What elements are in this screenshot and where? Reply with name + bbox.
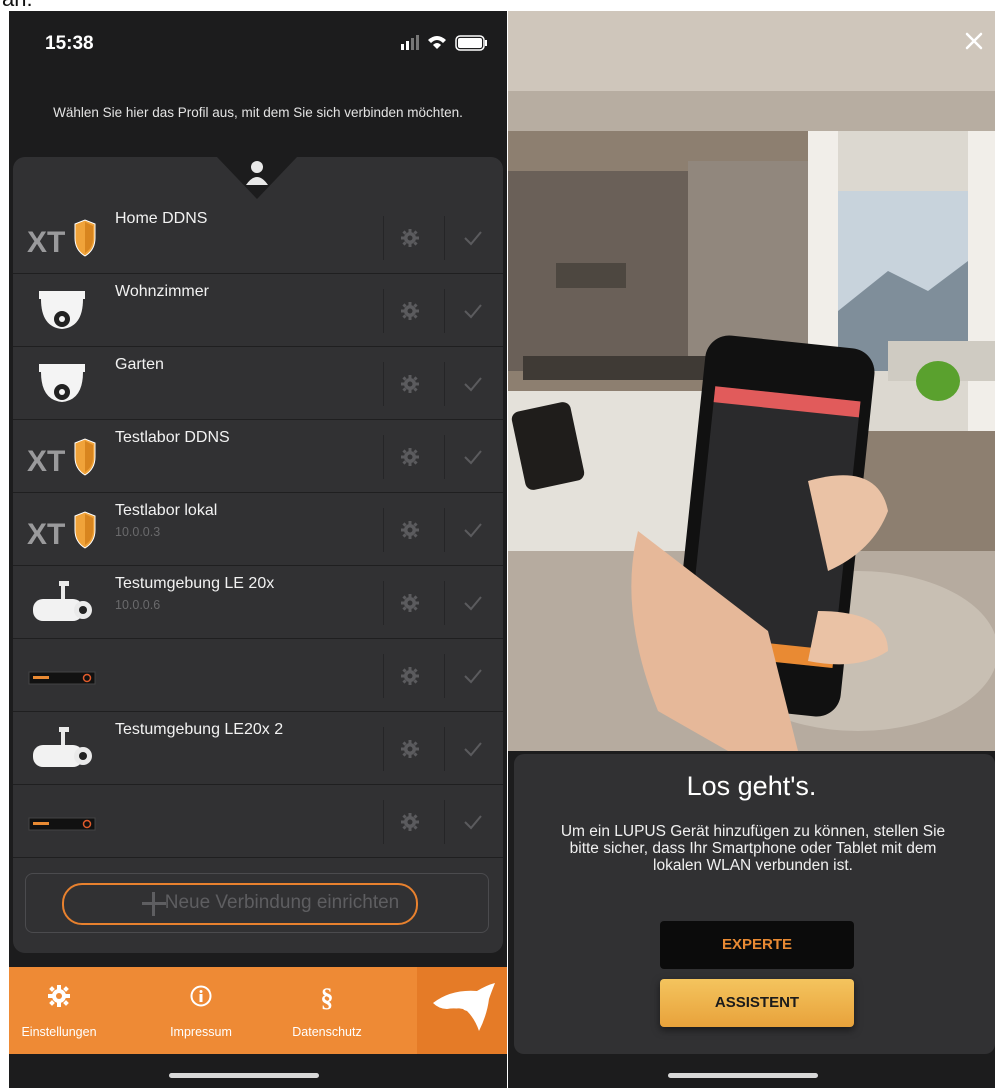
divider xyxy=(383,289,384,333)
close-icon[interactable] xyxy=(964,31,984,51)
xt-shield-icon: XT xyxy=(27,433,97,481)
recorder-icon xyxy=(27,798,97,846)
gear-icon[interactable] xyxy=(400,374,420,394)
gear-icon[interactable] xyxy=(400,812,420,832)
check-icon[interactable] xyxy=(463,302,483,320)
dome-camera-icon xyxy=(27,287,97,335)
connection-name: Testlabor lokal xyxy=(115,502,218,519)
xt-shield-icon: XT xyxy=(27,214,97,262)
onboarding-screen: Los geht's. Um ein LUPUS Gerät hinzufüge… xyxy=(508,11,995,1088)
gear-icon xyxy=(48,985,70,1007)
connection-address: 10.0.0.6 xyxy=(115,598,161,612)
divider xyxy=(383,508,384,552)
check-icon[interactable] xyxy=(463,813,483,831)
divider xyxy=(444,435,445,479)
divider xyxy=(383,581,384,625)
expert-button[interactable]: EXPERTE xyxy=(660,921,854,969)
connection-row[interactable]: Testumgebung LE 20x 10.0.0.6 xyxy=(13,567,503,639)
connection-name: Testumgebung LE 20x xyxy=(115,575,275,592)
divider xyxy=(444,654,445,698)
recorder-icon xyxy=(27,652,97,700)
nav-settings[interactable]: Einstellungen xyxy=(9,967,109,1054)
connection-row[interactable] xyxy=(13,786,503,858)
paragraph-icon: § xyxy=(321,985,334,1011)
nav-settings-label: Einstellungen xyxy=(21,1025,97,1039)
divider xyxy=(383,654,384,698)
profile-icon xyxy=(217,157,297,199)
svg-text:XT: XT xyxy=(27,518,65,551)
wolf-logo-icon xyxy=(433,983,495,1031)
connection-address: 10.0.0.3 xyxy=(115,525,161,539)
connection-row[interactable]: XT Testlabor lokal 10.0.0.3 xyxy=(13,494,503,566)
connection-profile-screen: 15:38 Wählen Sie hier das Profil aus, mi… xyxy=(9,11,507,1088)
cropped-caption: an: xyxy=(0,0,995,11)
onboarding-title: Los geht's. xyxy=(686,771,817,801)
nav-imprint[interactable]: Impressum xyxy=(151,967,251,1054)
connection-name: Garten xyxy=(115,356,164,373)
check-icon[interactable] xyxy=(463,594,483,612)
divider xyxy=(444,508,445,552)
divider xyxy=(444,581,445,625)
check-icon[interactable] xyxy=(463,521,483,539)
connection-row[interactable]: XT Home DDNS xyxy=(13,202,503,274)
connection-name: Testumgebung LE20x 2 xyxy=(115,721,284,738)
xt-shield-icon: XT xyxy=(27,506,97,554)
highlight-ring xyxy=(62,883,418,925)
check-icon[interactable] xyxy=(463,448,483,466)
gear-icon[interactable] xyxy=(400,447,420,467)
gear-icon[interactable] xyxy=(400,520,420,540)
gear-icon[interactable] xyxy=(400,739,420,759)
connection-name: Testlabor DDNS xyxy=(115,429,230,446)
bottom-nav: Einstellungen Impressum § Datenschutz xyxy=(9,967,507,1054)
onboarding-description: Um ein LUPUS Gerät hinzufügen zu können,… xyxy=(560,823,946,874)
gear-icon[interactable] xyxy=(400,666,420,686)
divider xyxy=(383,800,384,844)
home-indicator xyxy=(668,1073,818,1078)
assistant-button[interactable]: ASSISTENT xyxy=(660,979,854,1027)
status-icons xyxy=(401,35,487,51)
dome-camera-icon xyxy=(27,360,97,408)
nav-privacy-label: Datenschutz xyxy=(292,1025,362,1039)
connection-row[interactable]: XT Testlabor DDNS xyxy=(13,421,503,493)
connection-row[interactable]: Testumgebung LE20x 2 xyxy=(13,713,503,785)
check-icon[interactable] xyxy=(463,229,483,247)
new-connection-button[interactable]: Neue Verbindung einrichten xyxy=(25,873,489,933)
status-time: 15:38 xyxy=(45,33,94,54)
connection-row[interactable] xyxy=(13,640,503,712)
divider xyxy=(383,362,384,406)
bullet-camera-icon xyxy=(27,579,97,627)
divider xyxy=(383,216,384,260)
connection-row[interactable]: Garten xyxy=(13,348,503,420)
svg-text:XT: XT xyxy=(27,226,65,259)
gear-icon[interactable] xyxy=(400,301,420,321)
intro-text: Wählen Sie hier das Profil aus, mit dem … xyxy=(53,105,463,120)
info-icon xyxy=(190,985,212,1007)
nav-privacy[interactable]: § Datenschutz xyxy=(277,967,377,1054)
svg-text:XT: XT xyxy=(27,445,65,478)
check-icon[interactable] xyxy=(463,740,483,758)
check-icon[interactable] xyxy=(463,667,483,685)
living-room-photo xyxy=(508,11,995,751)
lupus-logo[interactable] xyxy=(417,967,507,1054)
divider xyxy=(444,800,445,844)
divider xyxy=(444,362,445,406)
connection-name: Wohnzimmer xyxy=(115,283,209,300)
home-indicator xyxy=(169,1073,319,1078)
divider xyxy=(383,727,384,771)
check-icon[interactable] xyxy=(463,375,483,393)
svg-text:§: § xyxy=(321,985,334,1011)
divider xyxy=(444,727,445,771)
divider xyxy=(444,289,445,333)
divider xyxy=(444,216,445,260)
gear-icon[interactable] xyxy=(400,593,420,613)
bullet-camera-icon xyxy=(27,725,97,773)
divider xyxy=(383,435,384,479)
connection-name: Home DDNS xyxy=(115,210,208,227)
nav-imprint-label: Impressum xyxy=(170,1025,232,1039)
gear-icon[interactable] xyxy=(400,228,420,248)
connection-row[interactable]: Wohnzimmer xyxy=(13,275,503,347)
